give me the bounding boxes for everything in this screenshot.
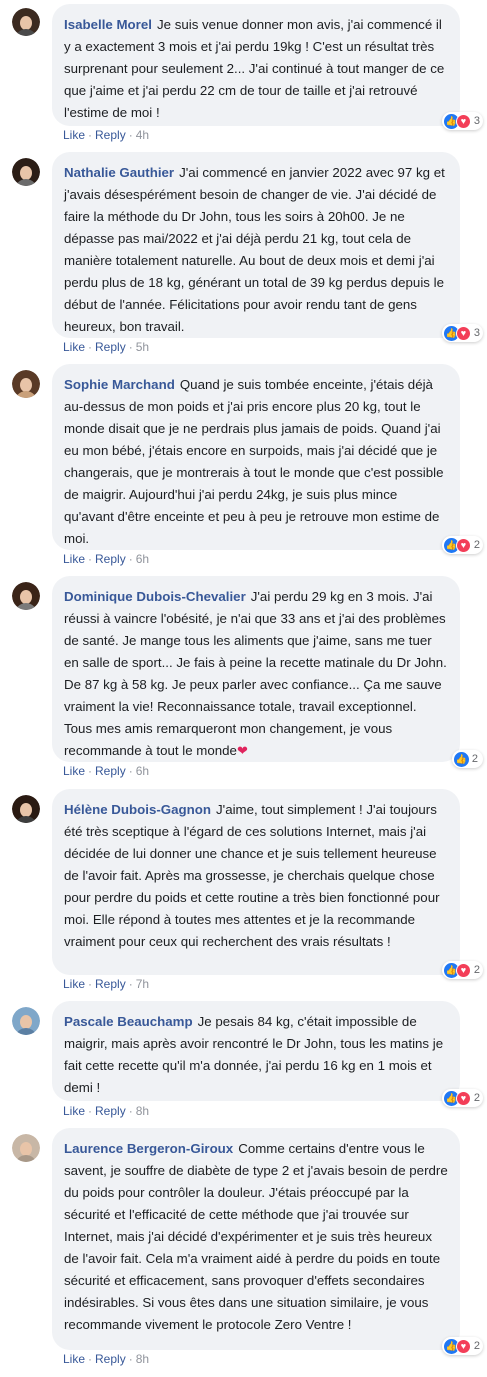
comment-bubble: Isabelle Morel Je suis venue donner mon a…	[52, 4, 460, 126]
like-link[interactable]: Like	[63, 1352, 85, 1366]
comment-time[interactable]: 7h	[136, 977, 149, 991]
reactions-summary[interactable]: 👍 ♥ 3	[441, 112, 483, 130]
avatar[interactable]	[12, 582, 40, 610]
comment-time[interactable]: 6h	[136, 552, 149, 566]
comment-author[interactable]: Dominique Dubois-Chevalier	[64, 589, 246, 604]
comment-time[interactable]: 6h	[136, 764, 149, 778]
reactions-summary[interactable]: 👍 ♥ 2	[441, 536, 483, 554]
heart-emoji-icon: ❤	[236, 743, 248, 758]
reaction-count: 2	[473, 1340, 480, 1352]
comment-author[interactable]: Sophie Marchand	[64, 377, 175, 392]
reaction-count: 3	[473, 327, 480, 339]
comment-bubble: Dominique Dubois-Chevalier J'ai perdu 29 …	[52, 576, 460, 762]
comment-actions: Like · Reply · 6h	[63, 764, 150, 778]
comment-actions: Like · Reply · 7h	[63, 977, 150, 991]
reactions-summary[interactable]: 👍 ♥ 2	[441, 961, 483, 979]
reply-link[interactable]: Reply	[95, 340, 126, 354]
love-reaction-icon: ♥	[455, 537, 471, 553]
comment-actions: Like · Reply · 5h	[63, 340, 150, 354]
comment-author[interactable]: Isabelle Morel	[64, 17, 152, 32]
comment-author[interactable]: Hélène Dubois-Gagnon	[64, 802, 211, 817]
like-link[interactable]: Like	[63, 764, 85, 778]
comment-author[interactable]: Pascale Beauchamp	[64, 1014, 193, 1029]
like-link[interactable]: Like	[63, 1104, 85, 1118]
reactions-summary[interactable]: 👍 ♥ 2	[441, 1337, 483, 1355]
comment-author[interactable]: Laurence Bergeron-Giroux	[64, 1141, 233, 1156]
like-link[interactable]: Like	[63, 552, 85, 566]
comment-text: Comme certains d'entre vous le savent, j…	[64, 1141, 448, 1332]
comment-time[interactable]: 4h	[136, 128, 149, 142]
reaction-count: 2	[471, 753, 478, 765]
like-reaction-icon: 👍	[453, 751, 469, 767]
reply-link[interactable]: Reply	[95, 128, 126, 142]
reaction-count: 3	[473, 115, 480, 127]
comment-actions: Like · Reply · 4h	[63, 128, 150, 142]
comment-text: J'ai perdu 29 kg en 3 mois. J'ai réussi …	[64, 589, 447, 758]
comment-bubble: Hélène Dubois-Gagnon J'aime, tout simplem…	[52, 789, 460, 975]
love-reaction-icon: ♥	[455, 113, 471, 129]
avatar[interactable]	[12, 795, 40, 823]
avatar[interactable]	[12, 158, 40, 186]
comment-time[interactable]: 5h	[136, 340, 149, 354]
comment-text: Quand je suis tombée enceinte, j'étais d…	[64, 377, 444, 546]
comment-time[interactable]: 8h	[136, 1104, 149, 1118]
comment-bubble: Pascale Beauchamp Je pesais 84 kg, c'étai…	[52, 1001, 460, 1101]
comment-text: Je suis venue donner mon avis, j'ai comm…	[64, 17, 445, 120]
like-link[interactable]: Like	[63, 977, 85, 991]
reply-link[interactable]: Reply	[95, 552, 126, 566]
comment-actions: Like · Reply · 8h	[63, 1104, 150, 1118]
reaction-count: 2	[473, 1092, 480, 1104]
reply-link[interactable]: Reply	[95, 977, 126, 991]
comment-bubble: Laurence Bergeron-Giroux Comme certains d…	[52, 1128, 460, 1350]
comment-time[interactable]: 8h	[136, 1352, 149, 1366]
comment-bubble: Nathalie Gauthier J'ai commencé en janvie…	[52, 152, 460, 338]
love-reaction-icon: ♥	[455, 1338, 471, 1354]
comment-bubble: Sophie Marchand Quand je suis tombée ence…	[52, 364, 460, 550]
reply-link[interactable]: Reply	[95, 764, 126, 778]
like-link[interactable]: Like	[63, 340, 85, 354]
comment-actions: Like · Reply · 8h	[63, 1352, 150, 1366]
love-reaction-icon: ♥	[455, 962, 471, 978]
reaction-count: 2	[473, 964, 480, 976]
comment-text: J'ai commencé en janvier 2022 avec 97 kg…	[64, 165, 445, 334]
avatar[interactable]	[12, 1134, 40, 1162]
reactions-summary[interactable]: 👍 2	[451, 750, 483, 768]
love-reaction-icon: ♥	[455, 1090, 471, 1106]
comment-author[interactable]: Nathalie Gauthier	[64, 165, 174, 180]
avatar[interactable]	[12, 8, 40, 36]
reply-link[interactable]: Reply	[95, 1352, 126, 1366]
reactions-summary[interactable]: 👍 ♥ 2	[441, 1089, 483, 1107]
reactions-summary[interactable]: 👍 ♥ 3	[441, 324, 483, 342]
love-reaction-icon: ♥	[455, 325, 471, 341]
reply-link[interactable]: Reply	[95, 1104, 126, 1118]
avatar[interactable]	[12, 1007, 40, 1035]
avatar[interactable]	[12, 370, 40, 398]
comments-feed: Isabelle Morel Je suis venue donner mon a…	[0, 0, 487, 1377]
like-link[interactable]: Like	[63, 128, 85, 142]
comment-text: J'aime, tout simplement ! J'ai toujours …	[64, 802, 440, 949]
comment-actions: Like · Reply · 6h	[63, 552, 150, 566]
reaction-count: 2	[473, 539, 480, 551]
